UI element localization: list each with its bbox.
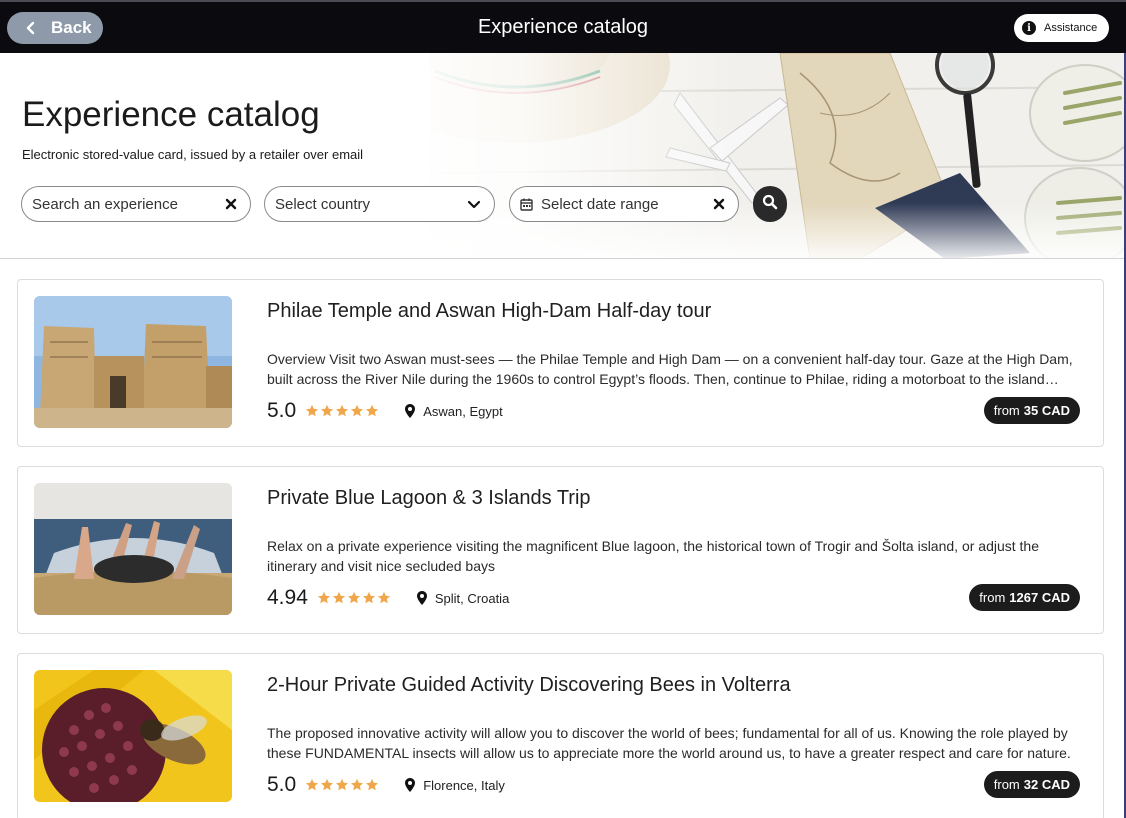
location-pin-icon: [405, 404, 416, 418]
bee-on-flower-photo: [34, 670, 232, 802]
experience-title[interactable]: 2-Hour Private Guided Activity Discoveri…: [267, 674, 791, 697]
location-pin-icon: [405, 778, 416, 792]
star-icon: [317, 591, 330, 604]
price-badge: from 32 CAD: [983, 771, 1080, 798]
star-icon: [366, 778, 379, 791]
experience-title[interactable]: Philae Temple and Aswan High-Dam Half-da…: [267, 300, 711, 323]
star-icon: [336, 404, 349, 417]
date-range-picker[interactable]: Select date range: [509, 186, 739, 222]
experience-location: Florence, Italy: [423, 777, 505, 793]
clear-date-icon[interactable]: [710, 195, 728, 213]
country-select[interactable]: Select country: [264, 186, 495, 222]
blue-lagoon-boat-photo: [34, 483, 232, 615]
rating-row: 5.0 Aswan, Egypt: [267, 398, 503, 424]
star-icon: [347, 591, 360, 604]
location-pin-icon: [416, 591, 427, 605]
date-placeholder: Select date range: [541, 195, 659, 213]
experience-card[interactable]: 2-Hour Private Guided Activity Discoveri…: [17, 653, 1104, 818]
price-value: 35 CAD: [1023, 403, 1070, 418]
price-prefix: from: [979, 590, 1006, 605]
experience-search-input[interactable]: Search an experience: [21, 186, 251, 222]
experience-card[interactable]: Private Blue Lagoon & 3 Islands Trip Rel…: [17, 466, 1104, 634]
star-rating: [317, 591, 391, 605]
experience-location: Split, Croatia: [434, 590, 510, 606]
star-icon: [336, 778, 349, 791]
rating-row: 5.0 Florence, Italy: [267, 772, 505, 798]
experience-card[interactable]: Philae Temple and Aswan High-Dam Half-da…: [17, 279, 1104, 447]
star-icon: [377, 591, 390, 604]
chevron-down-icon: [466, 196, 482, 216]
calendar-icon: [520, 198, 533, 211]
price-prefix: from: [993, 403, 1020, 418]
star-icon: [362, 591, 375, 604]
clear-search-icon[interactable]: [222, 195, 240, 213]
page-subtitle: Electronic stored-value card, issued by …: [22, 147, 364, 162]
info-icon: i: [1022, 21, 1036, 35]
search-placeholder: Search an experience: [32, 195, 178, 213]
country-placeholder: Select country: [275, 195, 371, 213]
price-badge: from 1267 CAD: [969, 584, 1080, 611]
page-title: Experience catalog: [22, 95, 320, 134]
price-value: 1267 CAD: [1009, 590, 1070, 605]
star-icon: [332, 591, 345, 604]
price-badge: from 35 CAD: [983, 397, 1080, 424]
hero-banner: Experience catalog Electronic stored-val…: [0, 53, 1126, 259]
star-rating: [305, 778, 379, 792]
star-icon: [306, 404, 319, 417]
star-icon: [321, 778, 334, 791]
star-icon: [306, 778, 319, 791]
search-button[interactable]: [753, 186, 787, 222]
rating-value: 5.0: [267, 399, 297, 422]
experience-description: Relax on a private experience visiting t…: [267, 538, 1039, 574]
star-icon: [366, 404, 379, 417]
assistance-label: Assistance: [1044, 22, 1098, 34]
rating-value: 5.0: [267, 773, 297, 796]
star-rating: [305, 404, 379, 418]
rating-row: 4.94 Split, Croatia: [267, 585, 509, 611]
experience-description: Overview Visit two Aswan must-sees — the…: [267, 351, 1073, 387]
assistance-button[interactable]: i Assistance: [1014, 14, 1109, 42]
price-value: 32 CAD: [1023, 777, 1070, 792]
top-bar: Back Experience catalog i Assistance: [0, 0, 1126, 53]
page-header-title: Experience catalog: [477, 16, 649, 38]
experience-location: Aswan, Egypt: [423, 403, 503, 419]
star-icon: [351, 778, 364, 791]
rating-value: 4.94: [267, 586, 308, 609]
star-icon: [351, 404, 364, 417]
star-icon: [321, 404, 334, 417]
philae-temple-photo: [34, 296, 232, 428]
experience-description: The proposed innovative activity will al…: [267, 725, 1071, 761]
search-icon: [762, 194, 778, 215]
experience-title[interactable]: Private Blue Lagoon & 3 Islands Trip: [267, 487, 591, 510]
price-prefix: from: [993, 777, 1020, 792]
